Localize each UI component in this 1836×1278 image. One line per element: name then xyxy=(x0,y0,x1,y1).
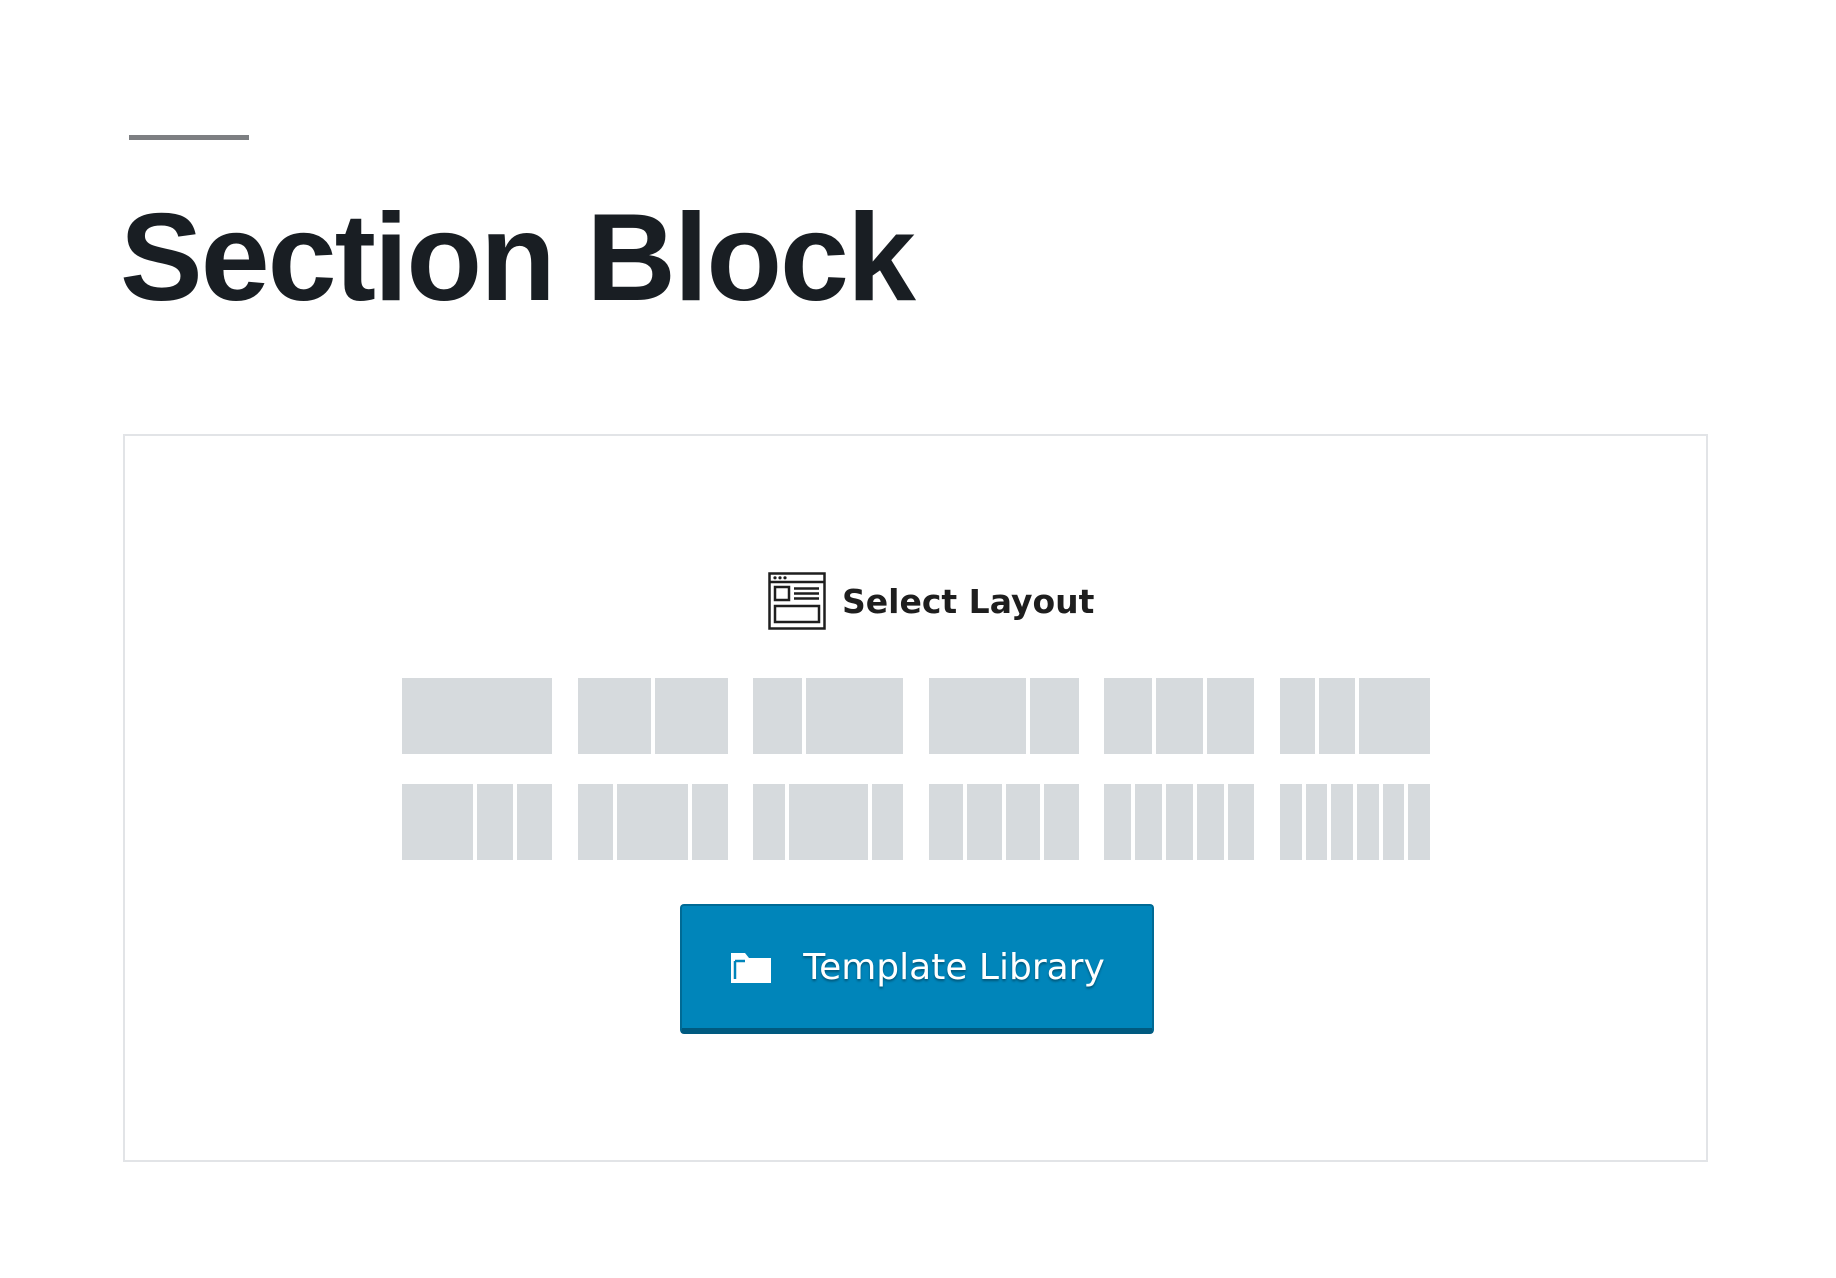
layout-option-three-columns-half-one-quarter-one-quarter[interactable] xyxy=(402,784,552,860)
layout-column xyxy=(402,784,473,860)
layout-column xyxy=(1135,784,1162,860)
layout-column xyxy=(1104,678,1152,754)
layout-column xyxy=(1331,784,1353,860)
layout-option-four-columns-equal[interactable] xyxy=(928,784,1079,860)
layout-column xyxy=(577,678,651,754)
layout-column xyxy=(402,678,552,754)
layout-column xyxy=(1005,784,1041,860)
layout-column xyxy=(1207,678,1255,754)
page-title[interactable]: Section Block xyxy=(120,188,916,328)
layout-column xyxy=(928,784,964,860)
layout-column xyxy=(1227,784,1255,860)
layout-column xyxy=(967,784,1002,860)
layout-column xyxy=(753,784,785,860)
layout-header: Select Layout xyxy=(768,571,1094,631)
layout-icon xyxy=(768,572,826,630)
layout-option-five-columns-equal[interactable] xyxy=(1104,784,1255,860)
layout-column xyxy=(1382,784,1405,860)
layout-column xyxy=(654,678,728,754)
layout-option-three-columns-one-quarter-half-one-quarter[interactable] xyxy=(577,784,728,860)
template-library-button[interactable]: Template Library xyxy=(680,904,1154,1034)
layout-option-six-columns-equal[interactable] xyxy=(1279,784,1430,860)
layout-column xyxy=(871,784,904,860)
layout-column xyxy=(1196,784,1224,860)
title-separator xyxy=(129,135,249,140)
layout-column xyxy=(928,678,1027,754)
layout-option-three-columns-one-quarter-one-quarter-half-alt[interactable] xyxy=(753,784,904,860)
layout-column xyxy=(692,784,728,860)
layout-column xyxy=(1305,784,1328,860)
layout-option-two-columns-two-thirds-one-third[interactable] xyxy=(928,678,1079,754)
layout-column xyxy=(805,678,904,754)
layout-column xyxy=(1408,784,1430,860)
layout-column xyxy=(1104,784,1132,860)
layout-column xyxy=(753,678,802,754)
layout-column xyxy=(1356,784,1379,860)
layout-column xyxy=(1279,784,1302,860)
layout-column xyxy=(577,784,614,860)
layout-column xyxy=(1279,678,1316,754)
layout-option-three-columns-equal[interactable] xyxy=(1104,678,1255,754)
layout-option-three-columns-one-quarter-one-quarter-half[interactable] xyxy=(1279,678,1430,754)
layout-column xyxy=(617,784,689,860)
layout-option-two-columns-one-third-two-thirds[interactable] xyxy=(753,678,904,754)
layout-column xyxy=(1155,678,1204,754)
template-library-label: Template Library xyxy=(803,946,1105,988)
folder-icon xyxy=(731,953,772,983)
layout-column xyxy=(477,784,513,860)
layout-column xyxy=(516,784,552,860)
layout-column xyxy=(1165,784,1193,860)
select-layout-heading: Select Layout xyxy=(842,581,1095,621)
layout-column xyxy=(788,784,868,860)
layout-option-two-columns-equal[interactable] xyxy=(577,678,728,754)
layout-column xyxy=(1030,678,1079,754)
layout-options-grid xyxy=(402,678,1430,860)
layout-column xyxy=(1044,784,1079,860)
layout-column xyxy=(1358,678,1430,754)
layout-option-one-column[interactable] xyxy=(402,678,552,754)
section-block-placeholder: Select Layout Template Library xyxy=(123,434,1708,1162)
layout-column xyxy=(1319,678,1355,754)
